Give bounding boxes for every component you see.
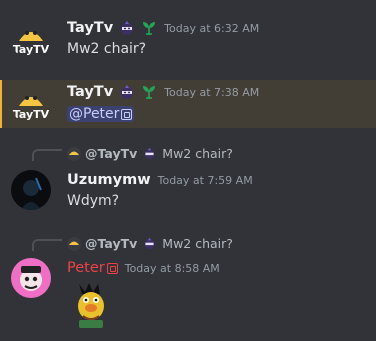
taytv-mini-avatar	[67, 236, 81, 251]
uzumymw-avatar[interactable]	[11, 170, 51, 210]
reply-text[interactable]: Mw2 chair?	[162, 146, 233, 161]
bert-sticker[interactable]	[67, 280, 115, 328]
sprout-badge-icon[interactable]	[141, 84, 157, 100]
role-icon	[121, 108, 133, 120]
ninja-badge-icon[interactable]	[119, 20, 135, 36]
taytv-avatar[interactable]: TayTV	[11, 84, 51, 124]
taytv-mini-avatar	[67, 146, 81, 161]
reply-author[interactable]: @TayTv	[85, 146, 137, 161]
message-text: Mw2 chair?	[67, 41, 147, 57]
reply-author[interactable]: @TayTv	[85, 236, 137, 251]
chat-log: TayTV TayTv Today at 6:32 AM Mw2 chair? …	[0, 0, 376, 341]
peter-avatar[interactable]	[11, 258, 51, 298]
reply-spine	[32, 239, 62, 251]
mention-text: @Peter	[69, 106, 120, 122]
author-name[interactable]: Uzumymw	[67, 172, 151, 188]
reply-preview[interactable]: @TayTv Mw2 chair?	[67, 236, 233, 251]
reply-spine	[32, 149, 62, 161]
svg-text:TayTV: TayTV	[13, 108, 50, 121]
timestamp[interactable]: Today at 7:59 AM	[158, 174, 253, 187]
message-text: Wdym?	[67, 193, 120, 209]
timestamp[interactable]: Today at 7:38 AM	[164, 86, 259, 99]
message-1[interactable]: TayTV TayTv Today at 6:32 AM Mw2 chair?	[0, 10, 376, 74]
taytv-avatar[interactable]: TayTV	[11, 19, 51, 59]
ninja-badge-icon	[144, 237, 155, 250]
user-mention[interactable]: @Peter	[67, 106, 135, 122]
message-3-reply[interactable]: @TayTv Mw2 chair? Uzumymw Today at 7:59 …	[0, 140, 376, 214]
sprout-badge-icon[interactable]	[141, 20, 157, 36]
svg-text:TayTV: TayTV	[13, 43, 50, 56]
reply-preview[interactable]: @TayTv Mw2 chair?	[67, 146, 233, 161]
message-2-mention[interactable]: TayTV TayTv Today at 7:38 AM @Peter	[0, 80, 376, 128]
ninja-badge-icon	[144, 147, 155, 160]
role-icon	[106, 262, 118, 274]
ninja-badge-icon[interactable]	[119, 84, 135, 100]
message-4-reply[interactable]: @TayTv Mw2 chair? Peter Today at 8:58 AM	[0, 230, 376, 335]
timestamp[interactable]: Today at 8:58 AM	[125, 262, 220, 275]
author-name[interactable]: TayTv	[67, 20, 113, 36]
reply-text[interactable]: Mw2 chair?	[162, 236, 233, 251]
author-name[interactable]: TayTv	[67, 84, 113, 100]
timestamp[interactable]: Today at 6:32 AM	[164, 22, 259, 35]
author-name[interactable]: Peter	[67, 260, 105, 276]
